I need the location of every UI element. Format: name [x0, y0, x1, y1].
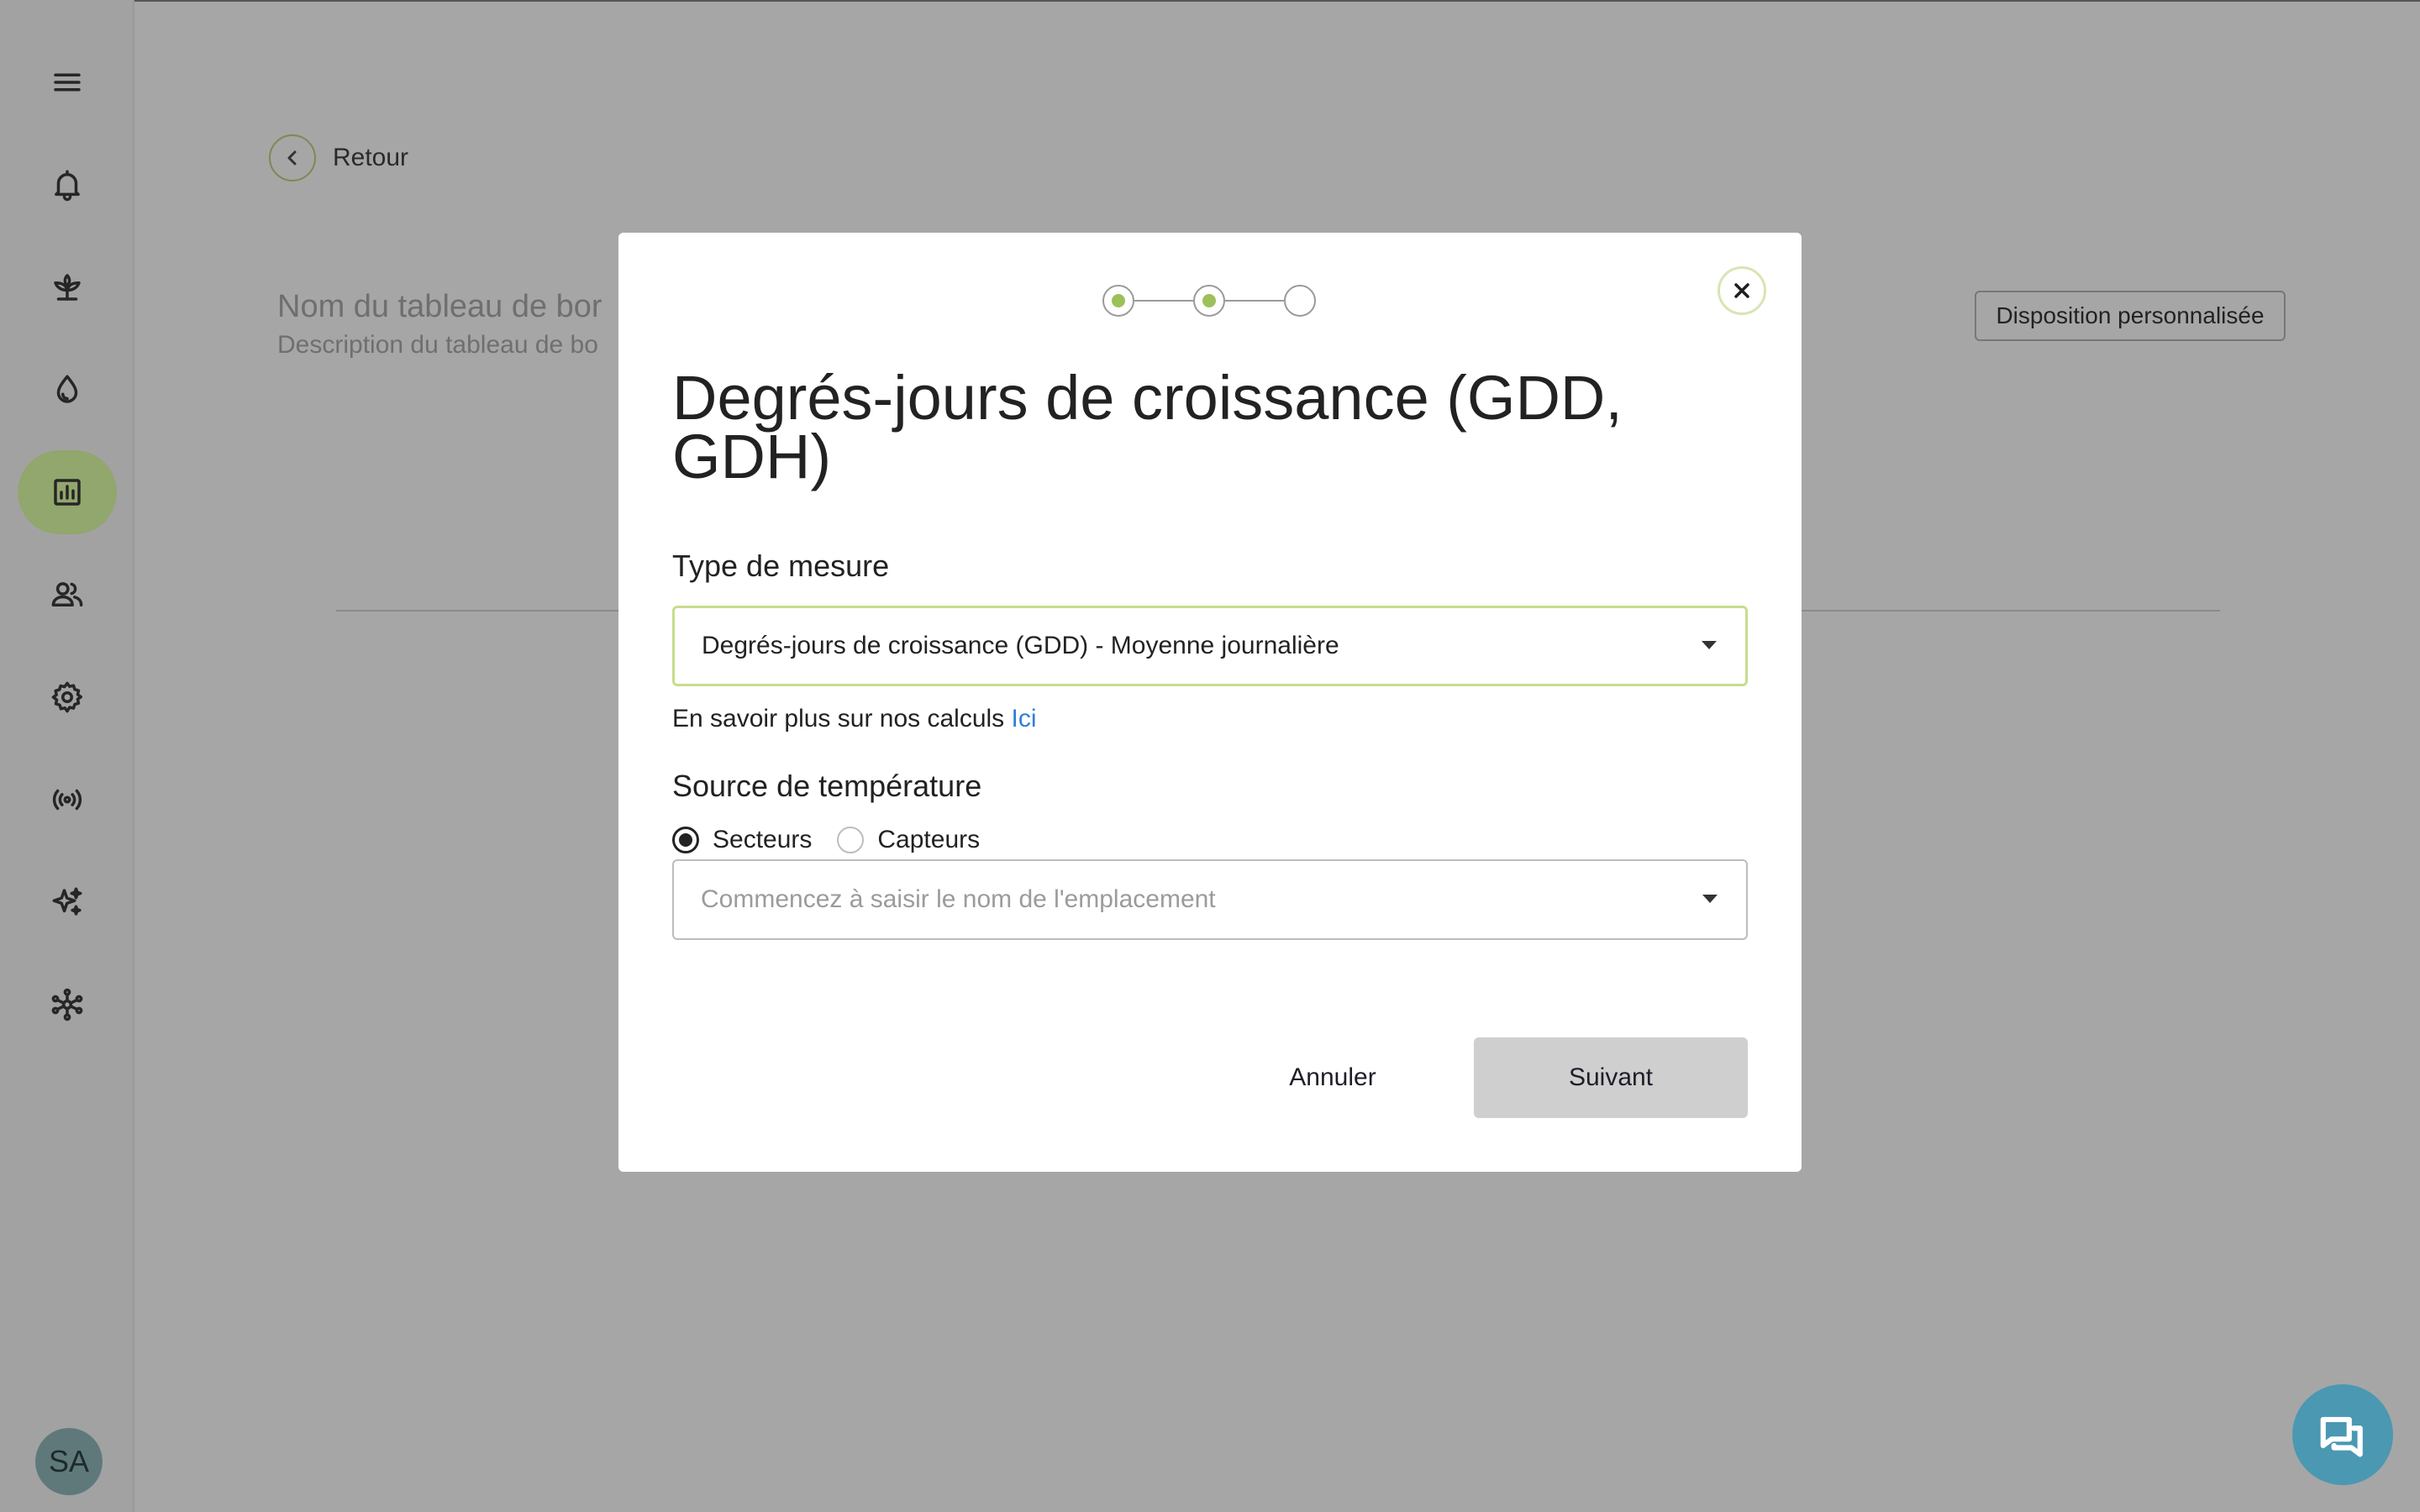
helper-text: En savoir plus sur nos calculs — [672, 705, 1012, 732]
radio-sectors-control[interactable] — [672, 827, 699, 853]
step-connector — [1134, 300, 1193, 302]
step-2 — [1193, 285, 1225, 317]
step-3 — [1284, 285, 1316, 317]
sidebar-item-users[interactable] — [18, 553, 117, 637]
sparkle-icon — [52, 887, 82, 916]
dashboard-description: Description du tableau de bo — [277, 331, 598, 359]
gdd-dialog: Degrés-jours de croissance (GDD, GDH) Ty… — [618, 233, 1802, 1172]
sidebar-item-dashboards[interactable] — [18, 450, 117, 534]
chevron-left-icon — [287, 150, 297, 165]
chart-icon — [54, 479, 81, 506]
next-button[interactable]: Suivant — [1474, 1037, 1748, 1118]
close-button[interactable] — [1718, 266, 1766, 315]
top-border — [0, 0, 2420, 2]
calculation-help: En savoir plus sur nos calculs Ici — [672, 705, 1037, 733]
sidebar-item-integrations[interactable] — [18, 963, 117, 1047]
temperature-source-label: Source de température — [672, 769, 982, 803]
gear-icon — [51, 681, 83, 713]
sidebar-item-crops[interactable] — [18, 245, 117, 329]
back-button[interactable]: Retour — [269, 134, 408, 181]
sidebar-item-irrigation[interactable] — [18, 348, 117, 432]
measure-type-value: Degrés-jours de croissance (GDD) - Moyen… — [702, 632, 1339, 659]
caret-down-icon — [1702, 895, 1718, 903]
step-connector — [1225, 300, 1284, 302]
bell-icon — [55, 170, 80, 202]
radio-sensors[interactable]: Capteurs — [837, 826, 980, 854]
sidebar: SA — [0, 0, 134, 1512]
sidebar-item-ai[interactable] — [18, 860, 117, 944]
sidebar-item-settings[interactable] — [18, 655, 117, 739]
measure-type-select[interactable]: Degrés-jours de croissance (GDD) - Moyen… — [672, 606, 1748, 686]
plant-icon — [54, 274, 81, 301]
location-placeholder: Commencez à saisir le nom de l'emplaceme… — [701, 885, 1216, 913]
menu-icon — [54, 73, 81, 92]
location-select[interactable]: Commencez à saisir le nom de l'emplaceme… — [672, 859, 1748, 940]
radio-sensors-control[interactable] — [837, 827, 865, 853]
back-label: Retour — [333, 144, 409, 171]
radio-sectors-label: Secteurs — [713, 826, 813, 853]
chat-support-button[interactable] — [2292, 1384, 2393, 1485]
caret-down-icon — [1702, 641, 1717, 649]
step-1 — [1102, 285, 1134, 317]
network-icon — [51, 988, 83, 1021]
radio-sectors[interactable]: Secteurs — [672, 826, 812, 854]
learn-more-link[interactable]: Ici — [1012, 705, 1037, 732]
custom-layout-button[interactable]: Disposition personnalisée — [1975, 291, 2286, 341]
avatar[interactable]: SA — [35, 1428, 103, 1495]
radio-sensors-label: Capteurs — [877, 826, 981, 853]
temperature-source-radios: Secteurs Capteurs — [672, 826, 1005, 854]
cancel-button[interactable]: Annuler — [1240, 1037, 1425, 1118]
water-drop-icon — [56, 375, 78, 403]
dialog-title: Degrés-jours de croissance (GDD, GDH) — [672, 363, 1623, 491]
broadcast-icon — [52, 789, 82, 811]
back-circle — [269, 134, 316, 181]
chat-icon — [2320, 1416, 2363, 1457]
menu-button[interactable] — [18, 40, 117, 124]
sidebar-item-notifications[interactable] — [18, 143, 117, 227]
stepper — [1102, 285, 1316, 317]
sidebar-item-sensors[interactable] — [18, 758, 117, 842]
users-icon — [51, 582, 83, 606]
dashboard-title: Nom du tableau de bor — [277, 289, 602, 324]
close-icon — [1734, 283, 1749, 298]
measure-type-label: Type de mesure — [672, 549, 890, 583]
